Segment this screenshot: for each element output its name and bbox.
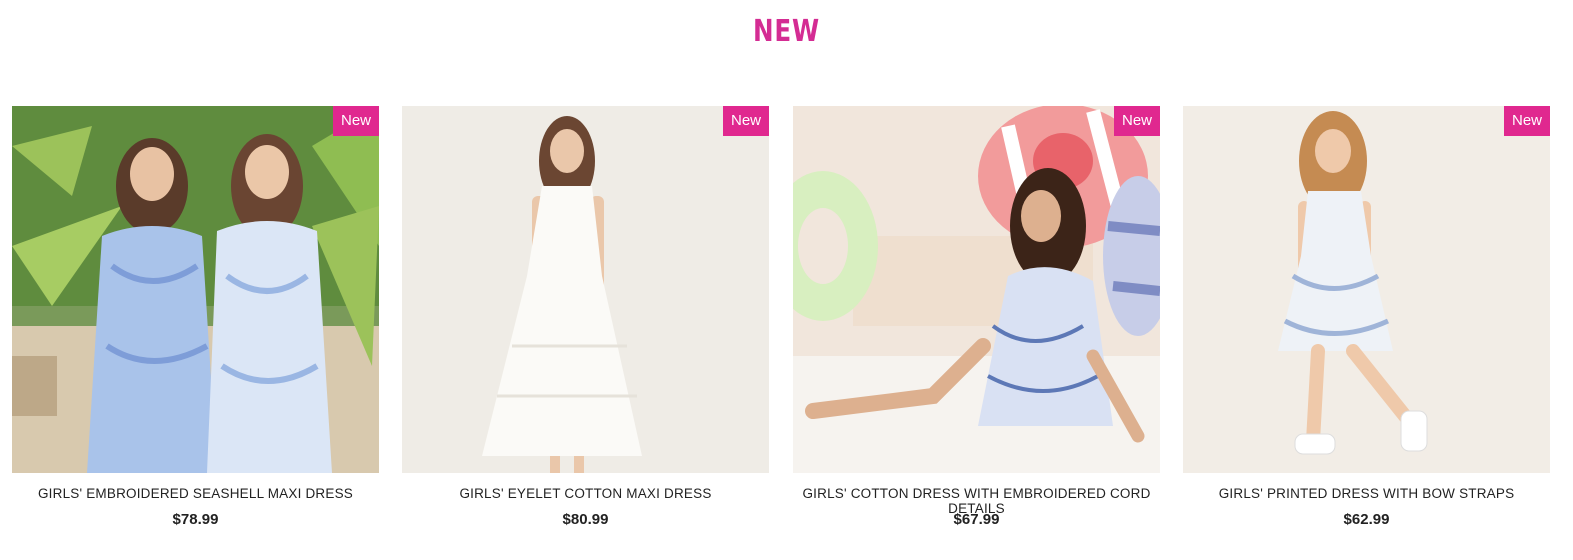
product-name[interactable]: GIRLS' EMBROIDERED SEASHELL MAXI DRESS — [12, 486, 379, 501]
section-title: NEW — [752, 14, 820, 49]
product-name[interactable]: GIRLS' EYELET COTTON MAXI DRESS — [402, 486, 769, 501]
product-price: $78.99 — [172, 511, 219, 528]
product-card[interactable]: New GIRLS' PRINTED DRESS WITH BOW STRAPS… — [1183, 106, 1550, 546]
product-image[interactable]: New — [12, 106, 379, 473]
new-badge: New — [723, 106, 769, 136]
new-badge: New — [333, 106, 379, 136]
product-image[interactable]: New — [402, 106, 769, 473]
product-price: $67.99 — [953, 511, 1000, 528]
product-image[interactable]: New — [1183, 106, 1550, 473]
product-card[interactable]: New GIRLS' EYELET COTTON MAXI DRESS $80.… — [402, 106, 769, 546]
product-card[interactable]: New GIRLS' COTTON DRESS WITH EMBROIDERED… — [793, 106, 1160, 546]
product-name[interactable]: GIRLS' PRINTED DRESS WITH BOW STRAPS — [1183, 486, 1550, 501]
product-card[interactable]: New GIRLS' EMBROIDERED SEASHELL MAXI DRE… — [12, 106, 379, 546]
new-badge: New — [1504, 106, 1550, 136]
new-badge: New — [1114, 106, 1160, 136]
product-price: $80.99 — [562, 511, 609, 528]
product-price: $62.99 — [1343, 511, 1390, 528]
product-image[interactable]: New — [793, 106, 1160, 473]
